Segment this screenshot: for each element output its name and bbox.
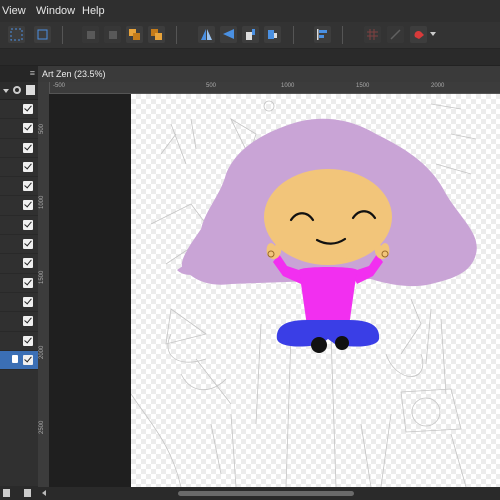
context-toolbar: [0, 49, 500, 66]
ruler-label: 2500: [39, 420, 45, 434]
layer-row[interactable]: [0, 350, 38, 371]
scrollbar-thumb[interactable]: [178, 491, 354, 496]
menu-window[interactable]: Window: [36, 5, 75, 17]
rotate-left-icon[interactable]: [242, 26, 259, 43]
layer-row[interactable]: [0, 177, 38, 197]
chevron-down-icon[interactable]: [3, 89, 9, 93]
layer-row[interactable]: [0, 119, 38, 139]
layers-panel-tools: [0, 82, 38, 100]
transform-icon[interactable]: [34, 26, 51, 43]
ruler-label: 2000: [39, 345, 45, 359]
arrange-icon[interactable]: [104, 26, 121, 43]
document-canvas[interactable]: [130, 94, 500, 488]
layer-visibility-checkbox[interactable]: [23, 335, 33, 346]
ruler-label: 1500: [356, 83, 370, 89]
trash-icon[interactable]: [24, 489, 31, 497]
pants: [276, 320, 380, 347]
layer-row[interactable]: [0, 293, 38, 313]
layer-visibility-checkbox[interactable]: [23, 200, 33, 211]
scroll-left-icon[interactable]: [42, 490, 46, 496]
layers-panel-footer: [0, 486, 38, 500]
pasteboard: [49, 94, 131, 487]
add-layer-icon[interactable]: [26, 85, 35, 95]
layer-visibility-checkbox[interactable]: [23, 316, 33, 327]
flip-horizontal-icon[interactable]: [198, 26, 215, 43]
layer-row[interactable]: [0, 139, 38, 158]
toolbar-divider: [293, 26, 294, 44]
ruler-label: 2000: [431, 83, 445, 89]
layer-visibility-checkbox[interactable]: [23, 104, 33, 114]
ruler-label: 1000: [39, 195, 45, 209]
layer-visibility-checkbox[interactable]: [23, 181, 33, 192]
ruler-label: 500: [39, 123, 45, 134]
menu-view[interactable]: View: [2, 5, 26, 17]
rotate-right-icon[interactable]: [264, 26, 281, 43]
layer-row[interactable]: [0, 158, 38, 178]
right-shoe: [335, 336, 349, 350]
layer-row[interactable]: [0, 100, 38, 120]
layer-visibility-checkbox[interactable]: [23, 354, 33, 365]
layer-visibility-checkbox[interactable]: [23, 296, 33, 307]
shirt: [299, 267, 357, 326]
arrange-icon[interactable]: [148, 26, 165, 43]
menu-bar: View Window Help: [0, 0, 500, 22]
horizontal-ruler: -500 500 1000 1500 2000: [49, 82, 500, 94]
layer-row[interactable]: [0, 274, 38, 293]
settings-icon[interactable]: [13, 86, 21, 94]
horizontal-scrollbar[interactable]: [38, 487, 500, 500]
menu-icon[interactable]: ≡: [30, 68, 35, 78]
layer-visibility-checkbox[interactable]: [23, 239, 33, 250]
magnet-icon[interactable]: [410, 26, 427, 43]
arrange-icon[interactable]: [82, 26, 99, 43]
document-title: Art Zen (23.5%): [42, 69, 106, 79]
layer-list: [0, 100, 38, 371]
layer-row[interactable]: [0, 196, 38, 216]
layer-row[interactable]: [0, 216, 38, 236]
layer-row[interactable]: [0, 312, 38, 332]
layer-row[interactable]: [0, 235, 38, 255]
layers-panel: ≡: [0, 66, 39, 500]
select-icon[interactable]: [8, 26, 25, 43]
menu-help[interactable]: Help: [82, 5, 105, 17]
artwork: [130, 100, 477, 488]
grid-icon[interactable]: [364, 26, 381, 43]
lock-icon[interactable]: [12, 354, 18, 363]
document-tab[interactable]: Art Zen (23.5%): [38, 66, 500, 82]
align-icon[interactable]: [314, 26, 331, 43]
add-layer-icon[interactable]: [3, 489, 10, 497]
layer-row[interactable]: [0, 332, 38, 351]
snap-icon[interactable]: [387, 26, 404, 43]
left-shoe: [311, 337, 327, 353]
chevron-down-icon[interactable]: [430, 32, 436, 36]
ruler-label: 1000: [281, 83, 295, 89]
layer-visibility-checkbox[interactable]: [23, 219, 33, 230]
layer-visibility-checkbox[interactable]: [23, 258, 33, 269]
layer-visibility-checkbox[interactable]: [23, 123, 33, 134]
layer-visibility-checkbox[interactable]: [23, 161, 33, 172]
flip-vertical-icon[interactable]: [220, 26, 237, 43]
layer-visibility-checkbox[interactable]: [23, 277, 33, 288]
layer-row[interactable]: [0, 254, 38, 274]
arrange-icon[interactable]: [126, 26, 143, 43]
toolbar: [0, 22, 500, 49]
ruler-label: 500: [206, 83, 217, 89]
ruler-label: 1500: [39, 270, 45, 284]
toolbar-divider: [176, 26, 177, 44]
toolbar-divider: [62, 26, 63, 44]
layer-visibility-checkbox[interactable]: [23, 142, 33, 153]
layers-panel-header: ≡: [0, 66, 38, 82]
ruler-label: -500: [53, 83, 66, 89]
toolbar-divider: [342, 26, 343, 44]
